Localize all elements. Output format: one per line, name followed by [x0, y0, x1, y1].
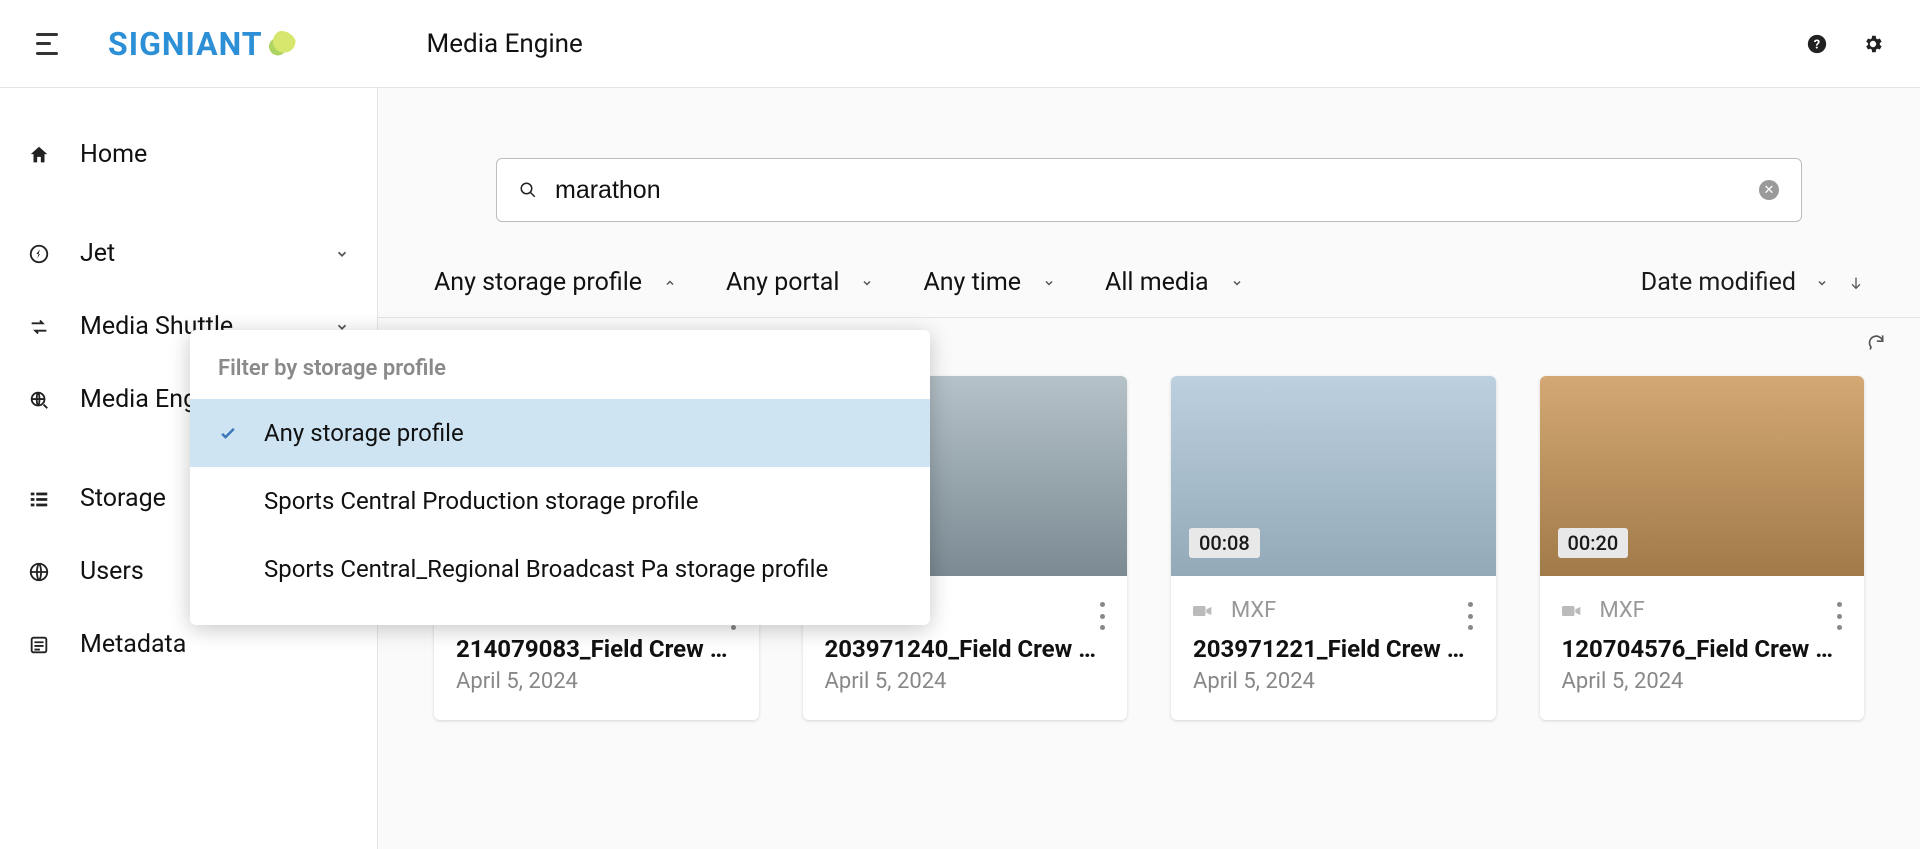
sort-label: Date modified	[1641, 268, 1796, 297]
chevron-down-icon	[1043, 277, 1055, 289]
file-date: April 5, 2024	[825, 669, 1106, 694]
file-name: 214079083_Field Crew 2…	[456, 635, 737, 663]
chevron-down-icon	[861, 277, 873, 289]
menu-toggle-icon[interactable]	[36, 33, 58, 55]
filter-label: Any storage profile	[434, 268, 642, 297]
card-meta: MXF 203971221_Field Crew 2… April 5, 202…	[1171, 576, 1496, 720]
filter-row: Any storage profile Any portal Any time …	[378, 222, 1920, 318]
globe-bolt-icon	[28, 243, 50, 265]
topbar-actions: ?	[1806, 33, 1884, 55]
nav-label: Storage	[80, 484, 166, 513]
file-name: 203971240_Field Crew 2…	[825, 635, 1106, 663]
filter-label: Any time	[923, 268, 1021, 297]
chevron-down-icon	[335, 247, 349, 261]
chevron-down-icon	[1231, 277, 1243, 289]
file-name: 203971221_Field Crew 2…	[1193, 635, 1474, 663]
file-date: April 5, 2024	[456, 669, 737, 694]
note-icon	[28, 634, 50, 656]
media-card[interactable]: 00:20 MXF 120704576_Field Crew 2… April …	[1540, 376, 1865, 720]
sort-direction-icon[interactable]	[1848, 275, 1864, 291]
file-date: April 5, 2024	[1562, 669, 1843, 694]
dropdown-title: Filter by storage profile	[190, 356, 930, 399]
chevron-up-icon	[664, 277, 676, 289]
brand-logo: SIGNIANT	[108, 25, 297, 63]
list-icon	[28, 488, 50, 510]
filter-portal[interactable]: Any portal	[726, 268, 873, 297]
settings-icon[interactable]	[1862, 33, 1884, 55]
duration-badge: 00:20	[1558, 528, 1629, 558]
media-card[interactable]: 00:08 MXF 203971221_Field Crew 2… April …	[1171, 376, 1496, 720]
file-date: April 5, 2024	[1193, 669, 1474, 694]
chevron-down-icon	[1816, 277, 1828, 289]
app-title: Media Engine	[427, 29, 583, 59]
nav-label: Jet	[80, 239, 115, 268]
format-label: MXF	[1231, 598, 1276, 623]
option-label: Sports Central_Regional Broadcast Pa sto…	[264, 555, 828, 583]
search-bar[interactable]: ✕	[496, 158, 1802, 222]
storage-profile-dropdown: Filter by storage profile Any storage pr…	[190, 330, 930, 625]
duration-badge: 00:08	[1189, 528, 1260, 558]
format-label: MXF	[1600, 598, 1645, 623]
clear-search-icon[interactable]: ✕	[1759, 180, 1779, 200]
nav-label: Metadata	[80, 630, 186, 659]
more-actions-icon[interactable]	[1462, 602, 1480, 630]
camera-icon	[1193, 603, 1213, 619]
brand-text: SIGNIANT	[108, 25, 263, 63]
globe-search-icon	[28, 389, 50, 411]
option-label: Sports Central Production storage profil…	[264, 487, 698, 515]
format-row: MXF	[1562, 598, 1843, 623]
thumbnail: 00:08	[1171, 376, 1496, 576]
thumbnail: 00:20	[1540, 376, 1865, 576]
camera-icon	[1562, 603, 1582, 619]
filter-label: Any portal	[726, 268, 839, 297]
home-icon	[28, 144, 50, 166]
option-label: Any storage profile	[264, 419, 464, 447]
svg-text:?: ?	[1814, 37, 1820, 52]
file-name: 120704576_Field Crew 2…	[1562, 635, 1843, 663]
search-input[interactable]	[555, 176, 1759, 205]
filter-label: All media	[1105, 268, 1209, 297]
dropdown-option[interactable]: Sports Central Production storage profil…	[190, 467, 930, 535]
nav-label: Users	[80, 557, 144, 586]
refresh-icon[interactable]	[1866, 332, 1886, 352]
search-icon	[519, 181, 537, 199]
nav-jet[interactable]: Jet	[0, 217, 377, 290]
format-row: MXF	[1193, 598, 1474, 623]
help-icon[interactable]: ?	[1806, 33, 1828, 55]
topbar: SIGNIANT Media Engine ?	[0, 0, 1920, 88]
more-actions-icon[interactable]	[1093, 602, 1111, 630]
more-actions-icon[interactable]	[1830, 602, 1848, 630]
nav-label: Home	[80, 140, 147, 169]
card-meta: MXF 120704576_Field Crew 2… April 5, 202…	[1540, 576, 1865, 720]
filter-media[interactable]: All media	[1105, 268, 1243, 297]
nav-home[interactable]: Home	[0, 118, 377, 191]
dropdown-option[interactable]: Any storage profile	[190, 399, 930, 467]
filter-storage-profile[interactable]: Any storage profile	[434, 268, 676, 297]
brand-swirl-icon	[265, 31, 297, 57]
check-icon	[218, 423, 238, 443]
globe-icon	[28, 561, 50, 583]
dropdown-option[interactable]: Sports Central_Regional Broadcast Pa sto…	[190, 535, 930, 603]
filter-time[interactable]: Any time	[923, 268, 1055, 297]
sort-control[interactable]: Date modified	[1641, 268, 1864, 297]
exchange-icon	[28, 316, 50, 338]
